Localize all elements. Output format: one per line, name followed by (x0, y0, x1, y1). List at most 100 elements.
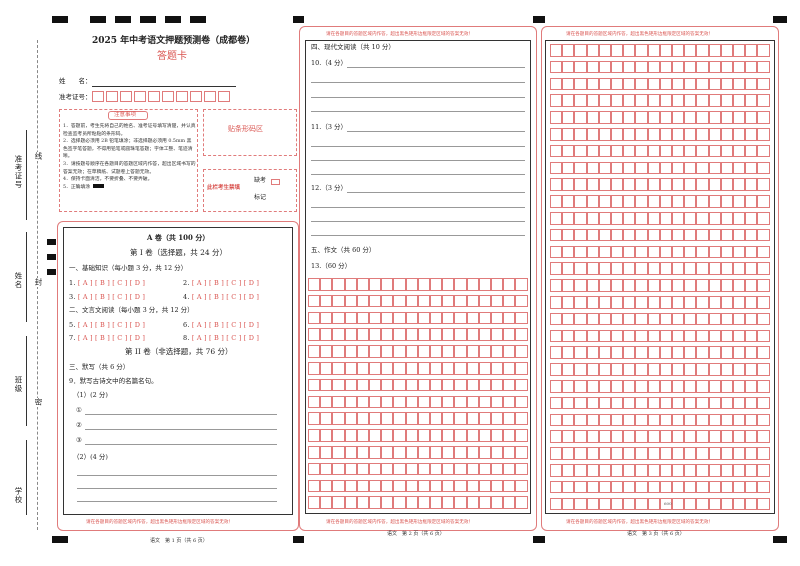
grid-cell[interactable] (393, 429, 406, 442)
grid-cell[interactable] (503, 395, 516, 409)
grid-cell[interactable] (733, 60, 746, 74)
grid-cell[interactable] (308, 311, 321, 325)
grid-cell[interactable] (562, 329, 575, 343)
grid-cell[interactable] (491, 311, 504, 325)
grid-cell[interactable] (635, 44, 648, 57)
grid-cell[interactable] (393, 294, 406, 308)
grid-cell[interactable] (611, 245, 624, 259)
grid-cell[interactable] (478, 412, 491, 425)
grid-cell[interactable] (733, 430, 746, 443)
grid-cell[interactable] (308, 412, 321, 425)
grid-cell[interactable] (635, 413, 648, 427)
grid-cell[interactable] (757, 144, 770, 158)
grid-cell[interactable] (720, 329, 733, 343)
ticket-digit-box[interactable] (106, 91, 118, 102)
choice-row[interactable]: 6. [ A ] [ B ] [ C ] [ D ] (183, 321, 259, 329)
grid-cell[interactable] (332, 328, 345, 341)
grid-cell[interactable] (356, 378, 369, 392)
grid-cell[interactable] (356, 496, 369, 509)
grid-cell[interactable] (454, 278, 467, 291)
grid-cell[interactable] (720, 144, 733, 158)
grid-cell[interactable] (586, 195, 599, 208)
grid-cell[interactable] (454, 345, 467, 358)
grid-cell[interactable] (405, 479, 418, 493)
grid-cell[interactable] (733, 296, 746, 309)
grid-cell[interactable] (635, 380, 648, 393)
grid-cell[interactable] (672, 77, 685, 91)
grid-cell[interactable] (574, 329, 587, 343)
grid-cell[interactable] (635, 396, 648, 410)
grid-cell[interactable] (574, 363, 587, 376)
grid-cell[interactable] (720, 245, 733, 259)
grid-cell[interactable] (611, 178, 624, 191)
grid-cell[interactable] (466, 378, 479, 392)
grid-cell[interactable] (647, 296, 660, 309)
grid-cell[interactable] (442, 328, 455, 341)
choice-row[interactable]: 1. [ A ] [ B ] [ C ] [ D ] (69, 279, 145, 287)
grid-cell[interactable] (696, 396, 709, 410)
grid-cell[interactable] (708, 464, 721, 477)
grid-cell[interactable] (635, 329, 648, 343)
grid-cell[interactable] (550, 60, 563, 74)
grid-cell[interactable] (672, 312, 685, 326)
grid-cell[interactable] (696, 195, 709, 208)
grid-cell[interactable] (647, 144, 660, 158)
grid-cell[interactable] (598, 212, 611, 225)
grid-cell[interactable] (708, 178, 721, 191)
grid-cell[interactable] (369, 412, 382, 425)
grid-cell[interactable] (598, 245, 611, 259)
grid-cell[interactable] (550, 279, 563, 292)
grid-cell[interactable] (574, 447, 587, 460)
grid-cell[interactable] (550, 128, 563, 141)
grid-cell[interactable] (466, 395, 479, 409)
grid-cell[interactable] (659, 245, 672, 259)
grid-cell[interactable] (515, 462, 528, 476)
grid-cell[interactable] (745, 480, 758, 494)
grid-cell[interactable] (308, 446, 321, 459)
grid-cell[interactable] (647, 44, 660, 57)
grid-cell[interactable] (659, 346, 672, 359)
grid-cell[interactable] (405, 328, 418, 341)
grid-cell[interactable] (442, 345, 455, 358)
grid-cell[interactable] (672, 447, 685, 460)
grid-cell[interactable] (659, 296, 672, 309)
grid-cell[interactable] (430, 395, 443, 409)
grid-cell[interactable] (611, 128, 624, 141)
grid-cell[interactable] (503, 311, 516, 325)
grid-cell[interactable] (733, 363, 746, 376)
grid-cell[interactable] (405, 462, 418, 476)
grid-cell[interactable] (611, 312, 624, 326)
grid-cell[interactable] (562, 312, 575, 326)
grid-cell[interactable] (598, 329, 611, 343)
grid-cell[interactable] (684, 329, 697, 343)
grid-cell[interactable] (515, 479, 528, 493)
grid-cell[interactable] (684, 77, 697, 91)
grid-cell[interactable] (562, 195, 575, 208)
grid-cell[interactable] (623, 329, 636, 343)
grid-cell[interactable] (611, 60, 624, 74)
grid-cell[interactable] (586, 464, 599, 477)
grid-cell[interactable] (356, 446, 369, 459)
grid-cell[interactable] (356, 395, 369, 409)
grid-cell[interactable] (381, 395, 394, 409)
grid-cell[interactable] (672, 228, 685, 242)
grid-cell[interactable] (308, 278, 321, 291)
grid-cell[interactable] (757, 413, 770, 427)
grid-cell[interactable] (442, 462, 455, 476)
grid-cell[interactable] (696, 480, 709, 494)
grid-cell[interactable] (611, 212, 624, 225)
grid-cell[interactable] (647, 60, 660, 74)
grid-cell[interactable] (417, 378, 430, 392)
grid-cell[interactable] (708, 312, 721, 326)
grid-cell[interactable] (745, 212, 758, 225)
grid-cell[interactable] (647, 363, 660, 376)
grid-cell[interactable] (598, 195, 611, 208)
grid-cell[interactable] (491, 395, 504, 409)
grid-cell[interactable] (733, 111, 746, 124)
grid-cell[interactable] (623, 296, 636, 309)
grid-cell[interactable] (733, 128, 746, 141)
grid-cell[interactable] (672, 245, 685, 259)
grid-cell[interactable] (478, 362, 491, 375)
grid-cell[interactable] (598, 296, 611, 309)
answer-line[interactable] (85, 444, 277, 445)
